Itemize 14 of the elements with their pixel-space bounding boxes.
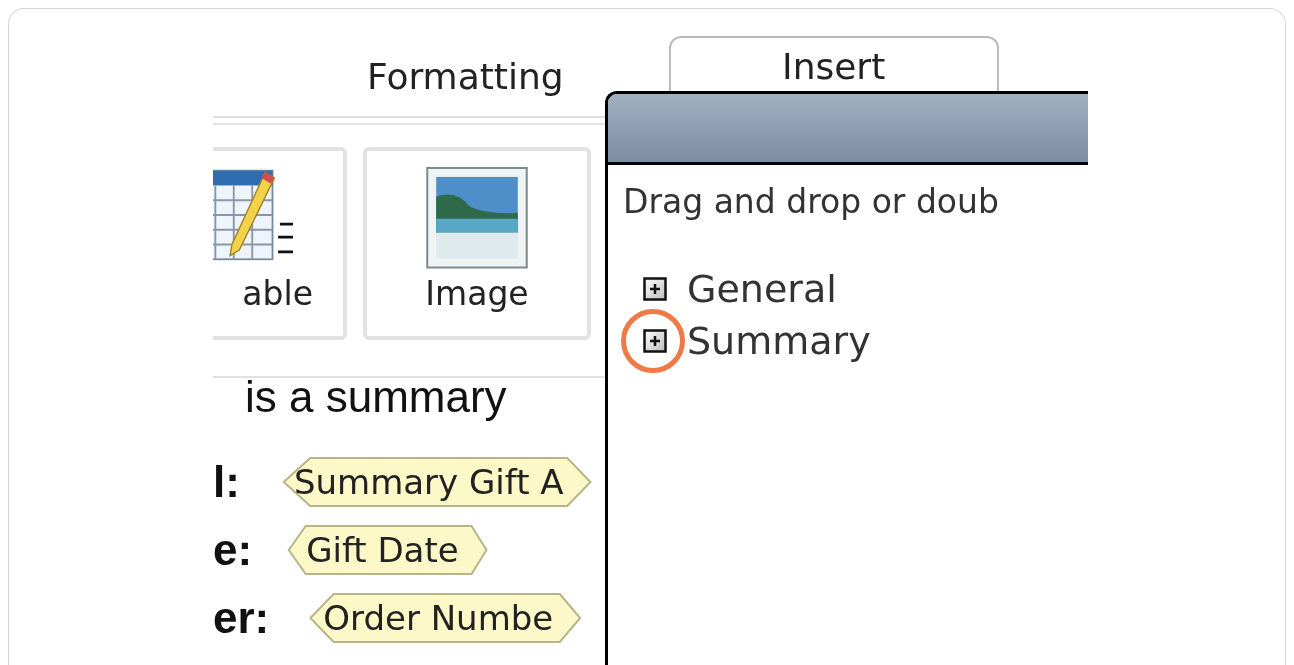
tree-item[interactable]: General (687, 266, 837, 311)
image-button[interactable]: Image (363, 147, 591, 340)
field-label: e: (213, 528, 253, 572)
highlight-ring (621, 308, 685, 373)
field-label: er: (213, 596, 270, 640)
field-label: l: (213, 460, 240, 504)
expand-icon[interactable] (643, 328, 667, 353)
expand-icon[interactable] (643, 276, 667, 301)
body-text: is a summary (244, 372, 508, 422)
table-button[interactable]: able (213, 147, 347, 340)
landscape-image-icon (426, 167, 528, 269)
ribbon-tab[interactable]: Formatting (367, 36, 564, 116)
instruction-text: Drag and drop or doub (623, 181, 1000, 223)
tree-item[interactable]: Summary (687, 318, 871, 363)
